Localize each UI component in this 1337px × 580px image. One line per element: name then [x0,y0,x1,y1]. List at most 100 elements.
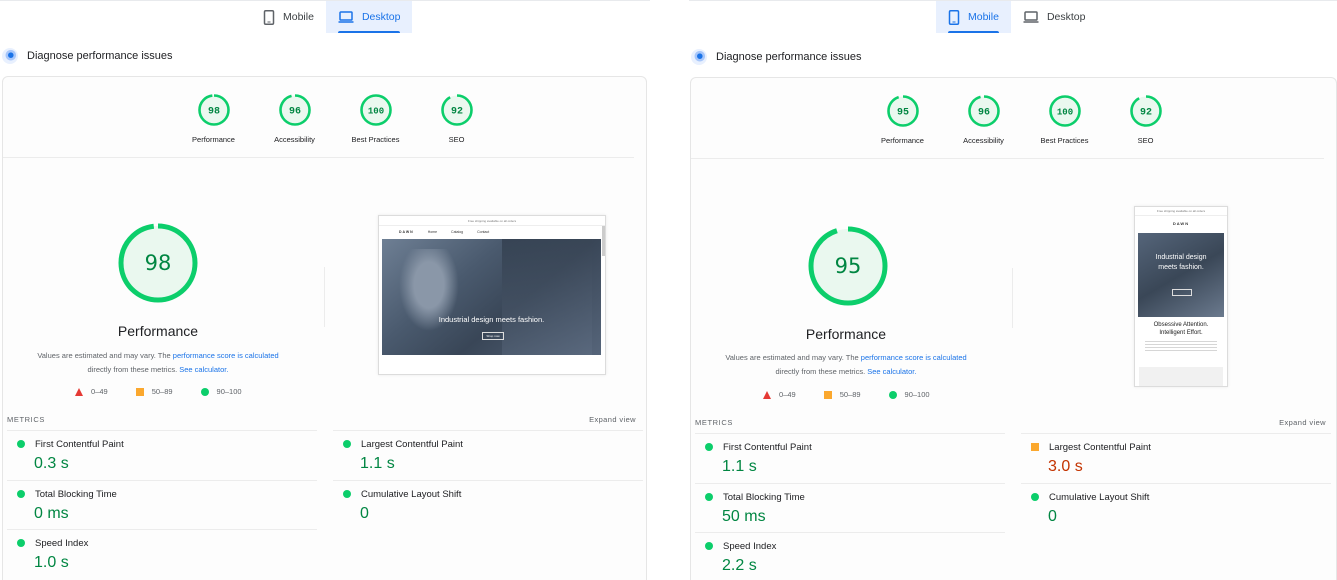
performance-score-link[interactable]: performance score is calculated [861,353,967,362]
gauge-label: SEO [1137,136,1154,145]
triangle-icon [763,390,771,399]
gauge-seo[interactable]: 92 SEO [1105,94,1186,145]
gauges-divider [3,157,634,158]
page-screenshot-thumbnail[interactable]: Free shipping available on all orders DA… [378,215,606,375]
legend-label: 90–100 [216,387,242,396]
gauge-label: Performance [881,136,924,145]
gauge-label: Accessibility [274,135,315,144]
category-gauges: 98 Performance 96 Accessibility 100 Best… [173,93,497,144]
gauge-score: 96 [977,108,989,119]
tab-mobile[interactable]: Mobile [251,1,326,33]
gauge-score: 100 [367,107,383,117]
average-square-icon [1031,443,1039,451]
legend-average: 50–89 [823,390,861,399]
metric-value: 2.2 s [722,557,757,574]
device-tabs: Mobile Desktop [251,1,413,33]
metric-first-contentful-paint: First Contentful Paint 1.1 s [695,433,1005,483]
score-note: Values are estimated and may vary. The p… [691,351,1001,379]
pass-dot-icon [705,493,713,501]
metric-value: 0 [360,505,369,522]
performance-score-gauge: 95 [808,226,888,306]
metric-speed-index: Speed Index 1.0 s [7,529,317,579]
expand-view-button[interactable]: Expand view [589,415,636,424]
see-calculator-link[interactable]: See calculator. [867,367,916,376]
tab-desktop-label: Desktop [1046,11,1086,23]
hero-line: meets fashion. [1158,264,1204,271]
pass-dot-icon [343,490,351,498]
score-ring: 95 [886,95,919,127]
site-logo: DAWN [1172,220,1190,226]
phone-icon [263,9,275,25]
metric-value: 0 [1048,508,1057,525]
report-card: 98 Performance 96 Accessibility 100 Best… [2,76,647,580]
metric-value: 1.1 s [722,458,757,475]
vertical-divider [324,267,325,327]
mobile-report-panel: Mobile Desktop Diagnose performance issu… [689,0,1337,580]
gauge-best-practices[interactable]: 100 Best Practices [335,93,416,144]
legend-good: 90–100 [200,387,242,396]
desktop-report-panel: Mobile Desktop Diagnose performance issu… [0,0,650,580]
tab-desktop[interactable]: Desktop [1011,1,1098,33]
section-heading: Diagnose performance issues [2,48,173,64]
metrics-header: METRICS Expand view [7,415,636,424]
site-nav-item: Home [427,230,438,234]
gauge-accessibility[interactable]: 96 Accessibility [943,94,1024,145]
gauge-label: SEO [448,135,465,144]
gauge-score: 98 [207,107,219,118]
note-text: directly from these metrics. [775,367,868,376]
sub-line: Intelligent Effort. [1159,330,1203,336]
metric-name: Total Blocking Time [35,489,117,500]
category-gauges: 95 Performance 96 Accessibility 100 Best… [862,94,1186,145]
legend-good: 90–100 [888,390,930,399]
metric-cumulative-layout-shift: Cumulative Layout Shift 0 [333,480,643,530]
section-heading: Diagnose performance issues [691,49,862,65]
score-ring: 92 [1129,95,1162,127]
gauge-performance[interactable]: 95 Performance [862,94,943,145]
metric-speed-index: Speed Index 2.2 s [695,532,1005,580]
sub-line: Obsessive Attention. [1153,322,1209,328]
score-ring: 100 [1048,95,1081,127]
gauge-best-practices[interactable]: 100 Best Practices [1024,94,1105,145]
tab-mobile[interactable]: Mobile [936,1,1011,33]
score-legend: 0–49 50–89 90–100 [75,387,270,396]
gauges-divider [691,158,1324,159]
hero-figure [394,249,464,339]
legend-poor: 0–49 [75,387,108,396]
site-header: DAWN Home Catalog Contact [379,226,605,238]
metric-value: 3.0 s [1048,458,1083,475]
pass-dot-icon [343,440,351,448]
main-score: 95 [835,254,862,278]
performance-title: Performance [805,326,887,342]
tab-desktop[interactable]: Desktop [325,1,413,33]
legend-label: 90–100 [904,390,930,399]
tab-mobile-label: Mobile [968,11,999,23]
metric-name: Largest Contentful Paint [1049,442,1151,453]
performance-title: Performance [117,323,199,339]
page-screenshot-thumbnail[interactable]: Free shipping available on all orders DA… [1134,206,1228,387]
metric-cumulative-layout-shift: Cumulative Layout Shift 0 [1021,483,1331,533]
site-logo: DAWN [399,230,414,234]
gauge-seo[interactable]: 92 SEO [416,93,497,144]
hero-button [1172,289,1192,296]
gauge-label: Best Practices [351,135,400,144]
metrics-title: METRICS [7,415,45,424]
performance-score-link[interactable]: performance score is calculated [173,351,279,360]
metric-name: Speed Index [35,538,89,549]
gauge-performance[interactable]: 98 Performance [173,93,254,144]
gauge-score: 96 [288,107,300,118]
heading-text: Diagnose performance issues [27,50,173,62]
pass-dot-icon [17,539,25,547]
see-calculator-link[interactable]: See calculator. [179,365,228,374]
gauge-accessibility[interactable]: 96 Accessibility [254,93,335,144]
pass-dot-icon [1031,493,1039,501]
gauge-score: 92 [1139,108,1151,119]
score-ring: 92 [440,94,473,126]
expand-view-button[interactable]: Expand view [1279,418,1326,427]
metric-name: First Contentful Paint [35,439,124,450]
metric-largest-contentful-paint: Largest Contentful Paint 3.0 s [1021,433,1331,483]
gauge-score: 100 [1056,108,1072,118]
report-card: 95 Performance 96 Accessibility 100 Best… [690,77,1337,580]
metric-value: 0.3 s [34,455,69,472]
section-title: Obsessive Attention. Intelligent Effort. [1135,321,1227,337]
gauge-score: 92 [450,107,462,118]
